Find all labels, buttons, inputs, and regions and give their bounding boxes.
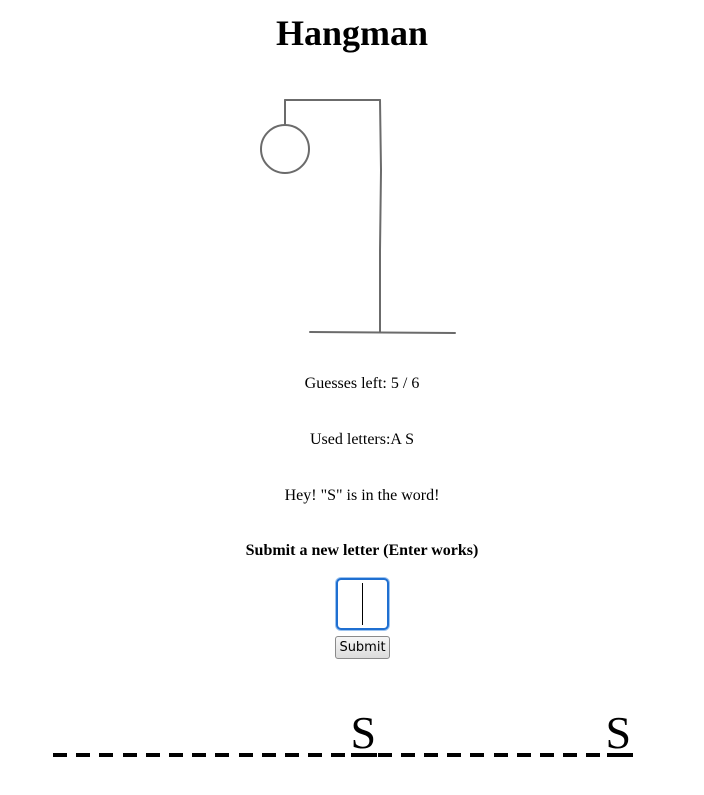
gallows-post	[379, 99, 383, 333]
used-letters: Used letters:A S	[310, 431, 414, 448]
letter-blank	[145, 753, 160, 757]
letter-slot	[491, 700, 514, 760]
letter-blank	[400, 753, 415, 757]
letter-slot	[143, 700, 166, 760]
letter-blank	[261, 753, 276, 757]
letter-slot	[375, 700, 398, 760]
letter-slot	[328, 700, 351, 760]
letter-blank	[238, 753, 253, 757]
letter-slot	[73, 700, 96, 760]
letter-slot	[212, 700, 235, 760]
status-message: Hey! "S" is in the word!	[284, 487, 440, 504]
letter-slot	[282, 700, 305, 760]
letter-blank	[76, 753, 91, 757]
letter-slot	[120, 700, 143, 760]
letter-slot	[583, 700, 606, 760]
page-title: Hangman	[275, 13, 429, 53]
letter-slot	[236, 700, 259, 760]
revealed-letter: S	[350, 707, 377, 758]
letter-slot	[189, 700, 212, 760]
guesses-left: Guesses left: 5 / 6	[304, 375, 420, 392]
letter-blank	[122, 753, 137, 757]
letter-blank	[424, 753, 438, 757]
letter-blank	[53, 753, 67, 757]
gallows-base	[309, 331, 456, 334]
letter-blank	[493, 753, 508, 757]
letter-blank	[215, 753, 230, 757]
letter-slot	[166, 700, 189, 760]
letter-slot	[560, 700, 583, 760]
letter-blank	[539, 753, 554, 757]
letter-blank	[99, 753, 114, 757]
letter-blank	[447, 753, 462, 757]
letter-blank	[284, 753, 299, 757]
word-display: SS	[50, 700, 633, 760]
letter-slot: S	[350, 700, 378, 760]
letter-blank	[331, 753, 346, 757]
submit-prompt: Submit a new letter (Enter works)	[245, 542, 479, 559]
letter-slot	[444, 700, 467, 760]
letter-blank	[470, 753, 485, 757]
letter-slot	[467, 700, 490, 760]
letter-slot	[398, 700, 421, 760]
hangman-gallows	[260, 99, 456, 334]
letter-blank	[516, 753, 531, 757]
submit-button[interactable]: Submit	[335, 636, 390, 659]
letter-slot	[259, 700, 282, 760]
letter-slot: S	[605, 700, 633, 760]
letter-slot	[537, 700, 560, 760]
letter-slot	[50, 700, 73, 760]
letter-blank	[192, 753, 207, 757]
letter-blank	[168, 753, 183, 757]
letter-slot	[305, 700, 328, 760]
revealed-letter: S	[605, 707, 632, 758]
text-caret	[362, 583, 363, 625]
letter-blank	[563, 753, 578, 757]
letter-blank	[586, 753, 601, 757]
letter-blank	[377, 753, 392, 757]
letter-slot	[421, 700, 444, 760]
letter-slot	[96, 700, 119, 760]
letter-blank	[308, 753, 323, 757]
letter-slot	[514, 700, 537, 760]
hangman-head	[260, 124, 310, 174]
